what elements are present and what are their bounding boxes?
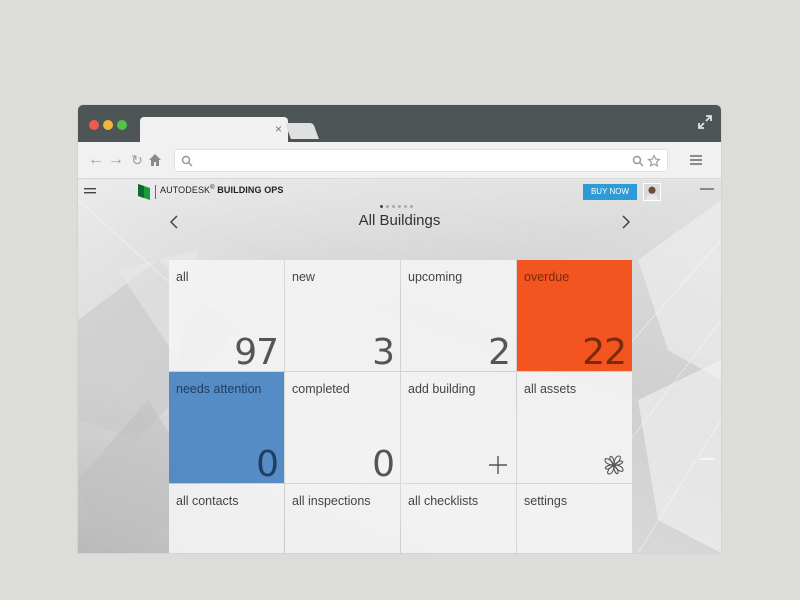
app-content: AUTODESK® BUILDING OPS BUY NOW All Build… [78,180,721,553]
browser-toolbar: ← → ↻ [78,142,721,179]
brand-registered: ® [210,185,215,191]
fullscreen-icon[interactable] [697,114,713,130]
plus-icon [489,456,507,474]
tile-add-building[interactable]: add building [401,372,516,483]
page-dot[interactable] [410,205,413,208]
page-dot[interactable] [380,205,383,208]
tile-all-inspections[interactable]: all inspections [285,484,400,553]
browser-window: × ← → ↻ AUTODESK® BUILDING OPS BUY NOW A… [78,105,721,553]
tile-label: upcoming [408,270,463,284]
reload-icon[interactable]: ↻ [129,152,145,168]
address-bar[interactable] [174,149,668,172]
buy-now-button[interactable]: BUY NOW [583,184,637,200]
minimize-window-button[interactable] [103,120,113,130]
bookmark-star-icon[interactable] [647,154,661,168]
tile-count: 3 [372,332,395,373]
tile-all-assets[interactable]: all assets [517,372,632,483]
tile-label: all assets [524,382,577,396]
tile-count: 0 [372,444,395,485]
page-dot[interactable] [398,205,401,208]
tile-settings[interactable]: settings [517,484,632,553]
tile-overdue[interactable]: overdue 22 [517,260,632,373]
pinwheel-icon [604,455,624,475]
tile-label: overdue [524,270,570,284]
tile-label: new [292,270,315,284]
autodesk-logo-icon [138,184,150,200]
previous-page-arrow-icon[interactable] [168,214,180,230]
tile-all-contacts[interactable]: all contacts [169,484,284,553]
tile-label: all [176,270,189,284]
tile-label: all contacts [176,494,239,508]
tile-count: 97 [234,332,279,373]
page-dot[interactable] [386,205,389,208]
zoom-icon[interactable] [631,154,645,168]
brand-divider [155,185,156,199]
tile-all-checklists[interactable]: all checklists [401,484,516,553]
tile-label: needs attention [176,382,262,396]
tile-new[interactable]: new 3 [285,260,400,373]
tile-needs-attention[interactable]: needs attention 0 [169,372,284,485]
new-tab-button[interactable] [285,123,319,139]
browser-menu-icon[interactable] [689,153,703,167]
tile-count: 2 [488,332,511,373]
forward-arrow-icon[interactable]: → [108,152,124,168]
tile-label: settings [524,494,568,508]
brand-name: AUTODESK® BUILDING OPS [160,185,284,195]
tile-label: add building [408,382,476,396]
tile-all[interactable]: all 97 [169,260,284,373]
tile-upcoming[interactable]: upcoming 2 [401,260,516,373]
collapse-handle[interactable] [700,188,714,190]
back-arrow-icon[interactable]: ← [88,152,104,168]
app-menu-icon[interactable] [84,187,96,197]
next-page-arrow-icon[interactable] [620,214,632,230]
browser-titlebar: × [78,105,721,142]
tab-close-icon[interactable]: × [275,121,282,137]
search-icon [181,155,193,167]
browser-tab[interactable]: × [140,117,288,142]
user-avatar[interactable] [643,183,661,201]
tile-label: completed [292,382,350,396]
side-handle[interactable] [700,458,714,460]
zoom-window-button[interactable] [117,120,127,130]
tile-label: all inspections [292,494,371,508]
page-title: All Buildings [358,212,441,229]
brand-prefix: AUTODESK [160,185,211,195]
tile-label: all checklists [408,494,479,508]
page-dot[interactable] [404,205,407,208]
brand-product: BUILDING OPS [217,185,284,195]
tile-completed[interactable]: completed 0 [285,372,400,485]
close-window-button[interactable] [89,120,99,130]
url-input[interactable] [199,153,619,169]
home-icon[interactable] [148,153,162,167]
tile-count: 0 [256,444,279,485]
tile-count: 22 [582,332,627,373]
page-dot[interactable] [392,205,395,208]
